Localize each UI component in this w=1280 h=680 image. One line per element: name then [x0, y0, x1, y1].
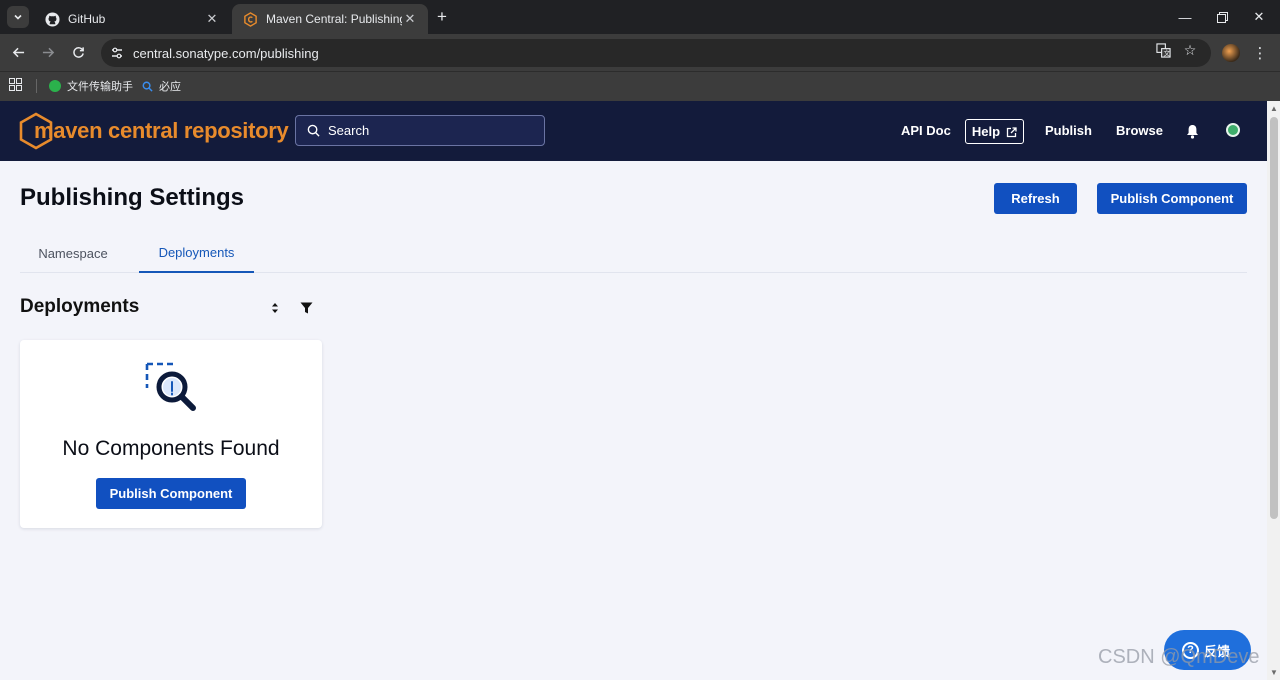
new-tab-button[interactable]: + — [432, 7, 452, 27]
help-button[interactable]: Help — [965, 119, 1024, 144]
close-icon[interactable]: ✕ — [402, 11, 418, 27]
watermark: CSDN @QmDeve — [1098, 646, 1260, 668]
empty-state-publish-button[interactable]: Publish Component — [96, 478, 246, 509]
empty-state-card: No Components Found Publish Component — [20, 340, 322, 528]
chevron-down-icon — [14, 14, 22, 20]
bookmarks-bar: 文件传输助手 必应 — [0, 71, 1280, 101]
user-avatar[interactable] — [1226, 123, 1240, 137]
profile-avatar[interactable] — [1222, 44, 1240, 62]
scroll-down-arrow-icon[interactable]: ▼ — [1269, 667, 1279, 677]
refresh-button[interactable]: Refresh — [994, 183, 1077, 214]
scrollbar-thumb[interactable] — [1270, 117, 1278, 519]
address-bar[interactable]: central.sonatype.com/publishing — [101, 39, 1211, 67]
page-title: Publishing Settings — [20, 184, 245, 211]
search-input[interactable] — [328, 123, 528, 138]
scroll-up-arrow-icon[interactable]: ▲ — [1269, 103, 1279, 113]
tab-title: GitHub — [68, 12, 106, 26]
bookmark-file-transfer[interactable]: 文件传输助手 — [49, 77, 133, 95]
apps-grid-icon[interactable] — [9, 78, 23, 92]
translate-icon[interactable]: 文 — [1152, 39, 1174, 61]
close-window-icon[interactable]: ✕ — [1248, 6, 1270, 28]
settings-tabs: Namespace Deployments — [20, 233, 1247, 273]
bookmark-divider — [36, 79, 37, 93]
bing-search-icon — [142, 81, 153, 92]
nav-browse[interactable]: Browse — [1116, 123, 1163, 138]
tab-title: Maven Central: Publishing — [266, 12, 402, 26]
maven-central-favicon — [242, 11, 258, 27]
section-title: Deployments — [20, 296, 140, 317]
browser-tab-maven-central[interactable]: Maven Central: Publishing ✕ — [232, 4, 428, 34]
browser-tab-github[interactable]: GitHub ✕ — [34, 4, 230, 34]
search-bar[interactable] — [295, 115, 545, 146]
help-label: Help — [971, 124, 1001, 139]
empty-state-message: No Components Found — [62, 437, 280, 460]
sort-icon[interactable] — [270, 301, 280, 315]
search-not-found-icon — [145, 362, 199, 412]
bookmark-label: 文件传输助手 — [67, 81, 133, 93]
browser-toolbar: central.sonatype.com/publishing 文 ☆ — [0, 34, 1280, 71]
external-link-icon — [1006, 126, 1017, 138]
bookmark-bing[interactable]: 必应 — [142, 77, 181, 95]
tab-search-button[interactable] — [7, 6, 29, 28]
forward-arrow-icon[interactable] — [37, 41, 59, 63]
minimize-icon[interactable]: — — [1174, 6, 1196, 28]
site-header: maven central repository API Doc Help Pu… — [0, 101, 1267, 161]
nav-api-doc[interactable]: API Doc — [901, 123, 951, 138]
url-text: central.sonatype.com/publishing — [133, 45, 319, 61]
filter-icon[interactable] — [300, 301, 313, 314]
tab-deployments[interactable]: Deployments — [139, 233, 254, 273]
maven-central-logo[interactable]: maven central repository — [19, 112, 289, 150]
logo-text: maven central repository — [34, 118, 289, 143]
search-icon — [307, 124, 321, 138]
publish-component-button[interactable]: Publish Component — [1097, 183, 1247, 214]
restore-icon[interactable] — [1211, 6, 1233, 28]
github-icon — [44, 11, 60, 27]
wechat-icon — [49, 80, 61, 92]
bell-icon[interactable] — [1186, 124, 1200, 139]
more-menu-icon[interactable]: ⋮ — [1250, 42, 1270, 64]
reload-icon[interactable] — [67, 41, 89, 63]
bookmark-star-icon[interactable]: ☆ — [1179, 39, 1201, 61]
nav-publish[interactable]: Publish — [1045, 123, 1092, 138]
browser-tab-strip: GitHub ✕ Maven Central: Publishing ✕ + —… — [0, 0, 1280, 34]
bookmark-label: 必应 — [159, 81, 181, 93]
site-settings-icon[interactable] — [110, 46, 124, 60]
close-icon[interactable]: ✕ — [204, 11, 220, 27]
back-arrow-icon[interactable] — [7, 41, 29, 63]
tab-namespace[interactable]: Namespace — [20, 233, 126, 273]
svg-text:文: 文 — [1163, 48, 1170, 57]
